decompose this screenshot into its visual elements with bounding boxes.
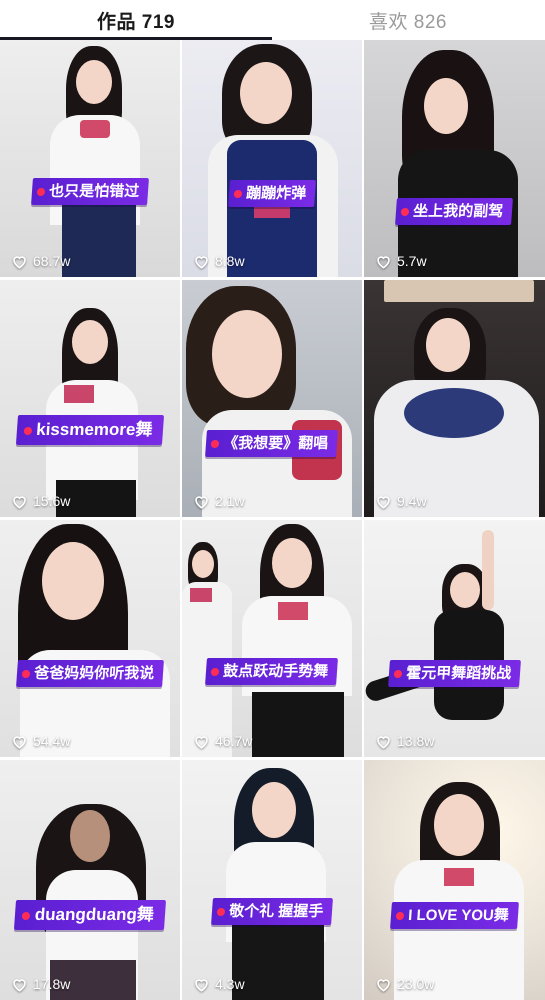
heart-icon: [377, 495, 390, 509]
video-caption: 《我想要》翻唱: [205, 430, 339, 458]
like-count: 68.7w: [11, 253, 70, 269]
heart-icon: [13, 735, 26, 749]
video-caption: 蹦蹦炸弹: [227, 180, 317, 208]
thumbnail-image: [0, 520, 180, 757]
like-count: 2.1w: [193, 493, 245, 509]
like-count: 17.8w: [11, 976, 70, 992]
heart-icon: [195, 978, 208, 992]
video-caption: 坐上我的副驾: [395, 198, 514, 226]
heart-icon: [13, 255, 26, 269]
video-grid: 也只是怕错过 68.7w 蹦蹦炸弹 8.8w 坐上我的副驾 5.7w kissm…: [0, 40, 545, 1000]
like-count: 13.8w: [375, 733, 434, 749]
video-caption: I LOVE YOU舞: [390, 902, 519, 930]
video-thumbnail[interactable]: 霍元甲舞蹈挑战 13.8w: [364, 520, 545, 757]
heart-icon: [377, 735, 390, 749]
thumbnail-image: [0, 760, 180, 1000]
video-thumbnail[interactable]: kissmemore舞 15.6w: [0, 280, 180, 517]
heart-icon: [195, 255, 208, 269]
thumbnail-image: [182, 40, 362, 277]
video-thumbnail[interactable]: 也只是怕错过 68.7w: [0, 40, 180, 277]
video-thumbnail[interactable]: 9.4w: [364, 280, 545, 517]
heart-icon: [13, 978, 26, 992]
like-count: 46.7w: [193, 733, 252, 749]
heart-icon: [377, 978, 390, 992]
heart-icon: [377, 255, 390, 269]
video-thumbnail[interactable]: 鼓点跃动手势舞 46.7w: [182, 520, 362, 757]
video-thumbnail[interactable]: duangduang舞 17.8w: [0, 760, 180, 1000]
thumbnail-image: [0, 40, 180, 277]
video-caption: 也只是怕错过: [30, 178, 150, 206]
video-thumbnail[interactable]: 蹦蹦炸弹 8.8w: [182, 40, 362, 277]
heart-icon: [13, 495, 26, 509]
thumbnail-image: [364, 40, 545, 277]
video-caption: 爸爸妈妈你听我说: [15, 660, 165, 688]
tab-works[interactable]: 作品 719: [0, 0, 272, 40]
like-count: 4.3w: [193, 976, 245, 992]
profile-tabs: 作品 719 喜欢 826: [0, 0, 545, 40]
video-thumbnail[interactable]: 敬个礼 握握手 4.3w: [182, 760, 362, 1000]
heart-icon: [195, 495, 208, 509]
video-caption: 敬个礼 握握手: [210, 898, 334, 926]
video-thumbnail[interactable]: 《我想要》翻唱 2.1w: [182, 280, 362, 517]
video-thumbnail[interactable]: 爸爸妈妈你听我说 54.4w: [0, 520, 180, 757]
like-count: 23.0w: [375, 976, 434, 992]
like-count: 8.8w: [193, 253, 245, 269]
video-caption: 鼓点跃动手势舞: [205, 658, 339, 686]
like-count: 9.4w: [375, 493, 427, 509]
thumbnail-image: [364, 760, 545, 1000]
like-count: 54.4w: [11, 733, 70, 749]
video-caption: kissmemore舞: [15, 415, 165, 445]
heart-icon: [195, 735, 208, 749]
thumbnail-image: [0, 280, 180, 517]
thumbnail-image: [364, 280, 545, 517]
thumbnail-image: [364, 520, 545, 757]
video-caption: duangduang舞: [13, 900, 167, 930]
thumbnail-image: [182, 280, 362, 517]
video-thumbnail[interactable]: 坐上我的副驾 5.7w: [364, 40, 545, 277]
thumbnail-image: [182, 760, 362, 1000]
like-count: 5.7w: [375, 253, 427, 269]
tab-likes[interactable]: 喜欢 826: [272, 0, 544, 40]
video-thumbnail[interactable]: I LOVE YOU舞 23.0w: [364, 760, 545, 1000]
video-caption: 霍元甲舞蹈挑战: [387, 660, 522, 688]
like-count: 15.6w: [11, 493, 70, 509]
thumbnail-image: [182, 520, 362, 757]
